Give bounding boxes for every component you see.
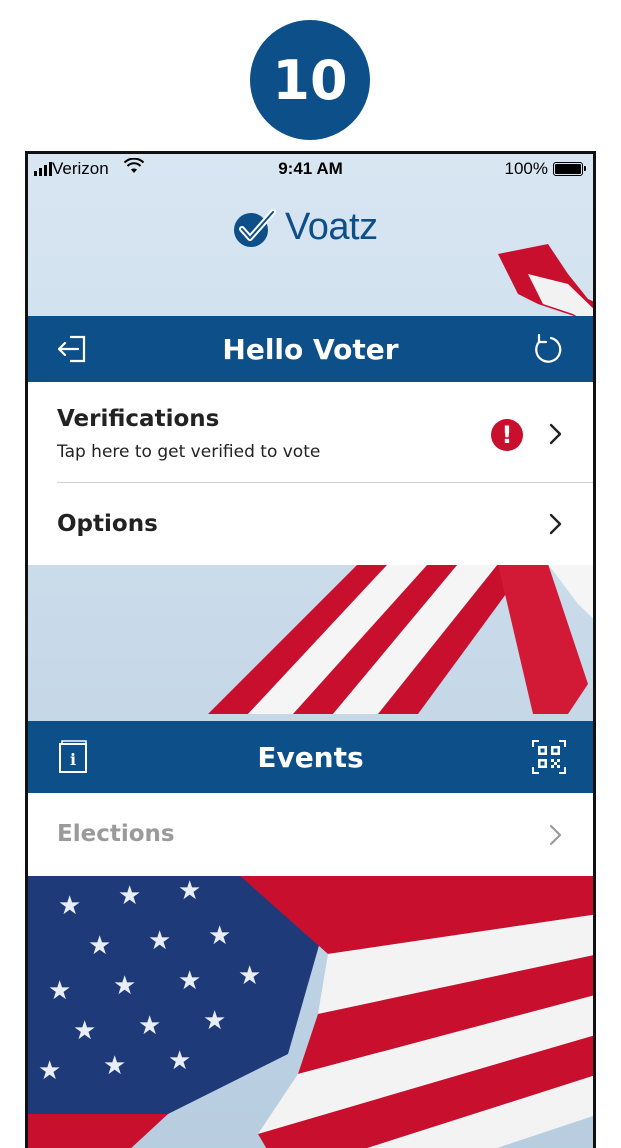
svg-text:★: ★ (73, 1016, 96, 1046)
svg-text:★: ★ (48, 976, 71, 1006)
svg-text:★: ★ (208, 921, 231, 951)
verifications-subtitle: Tap here to get verified to vote (57, 442, 321, 462)
svg-text:★: ★ (178, 966, 201, 996)
step-number-badge: 10 (250, 20, 370, 140)
verifications-title: Verifications (57, 406, 220, 432)
svg-text:★: ★ (238, 961, 261, 991)
svg-text:★: ★ (88, 931, 111, 961)
elections-title: Elections (57, 821, 175, 847)
chevron-right-icon (549, 422, 563, 446)
chevron-right-icon (549, 512, 563, 536)
svg-text:★: ★ (58, 891, 81, 921)
flag-background: ★ ★ ★ ★ ★ ★ ★ ★ ★ ★ ★ ★ ★ ★ ★ ★ (28, 154, 593, 1148)
account-menu: Verifications Tap here to get verified t… (28, 382, 593, 565)
svg-text:★: ★ (103, 1051, 126, 1081)
options-title: Options (57, 511, 158, 537)
svg-text:★: ★ (113, 971, 136, 1001)
events-list: Elections (28, 793, 593, 876)
options-row[interactable]: Options (28, 483, 593, 565)
svg-text:★: ★ (38, 1056, 61, 1086)
battery-icon (553, 162, 586, 176)
logout-icon[interactable] (56, 332, 90, 366)
refresh-icon[interactable] (531, 332, 565, 366)
battery-percentage: 100% (504, 159, 548, 178)
header-title: Hello Voter (222, 332, 399, 366)
svg-text:★: ★ (178, 876, 201, 906)
svg-text:★: ★ (168, 1046, 191, 1076)
elections-row[interactable]: Elections (28, 793, 593, 876)
svg-text:★: ★ (203, 1006, 226, 1036)
alert-icon: ! (491, 419, 523, 451)
chevron-right-icon (549, 823, 563, 847)
svg-text:★: ★ (118, 881, 141, 911)
events-bar: i Events (28, 721, 593, 793)
status-bar: Verizon 9:41 AM 100% (28, 154, 593, 184)
svg-text:★: ★ (148, 926, 171, 956)
qr-code-icon[interactable] (531, 739, 567, 775)
checkmark-logo-icon (234, 208, 276, 247)
header-bar: Hello Voter (28, 316, 593, 382)
events-title: Events (257, 740, 364, 774)
svg-text:★: ★ (138, 1011, 161, 1041)
verifications-row[interactable]: Verifications Tap here to get verified t… (28, 382, 593, 482)
voatz-logo: Voatz (233, 206, 378, 249)
svg-text:i: i (70, 750, 76, 769)
phone-screen: ★ ★ ★ ★ ★ ★ ★ ★ ★ ★ ★ ★ ★ ★ ★ ★ Verizon … (25, 151, 596, 1148)
info-icon[interactable]: i (56, 739, 90, 775)
logo-text: Voatz (285, 206, 378, 248)
